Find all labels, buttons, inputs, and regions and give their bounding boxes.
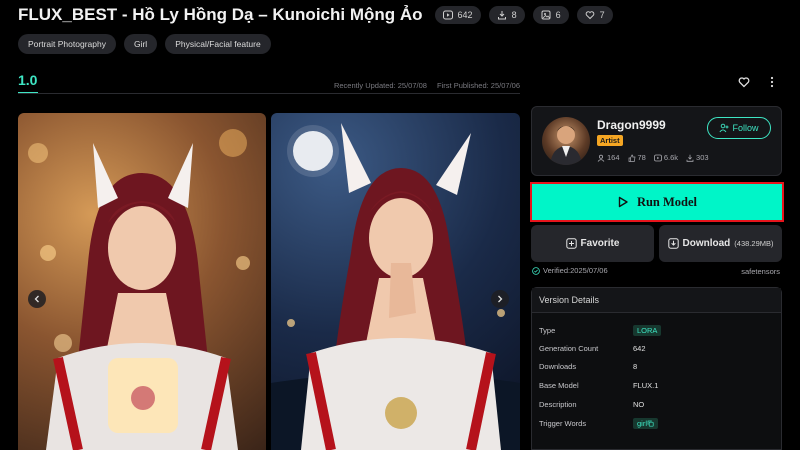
download-count-pill: 8 [488,6,525,24]
trigger-word-chip[interactable]: girl [633,417,659,429]
image-count: 6 [555,10,561,20]
version-dates: Recently Updated: 25/07/08 First Publish… [326,81,520,90]
gallery-prev-button[interactable] [28,290,46,308]
avatar[interactable] [542,117,590,165]
title-row: FLUX_BEST - Hồ Ly Hồng Dạ – Kunoichi Mộn… [18,4,613,26]
like-count-pill: 7 [576,6,613,24]
version-details-panel: Version Details Type LORA Generation Cou… [531,287,782,450]
detail-value: 642 [633,343,646,353]
type-badge: LORA [633,324,662,336]
detail-key: Description [539,399,577,409]
version-details-header: Version Details [532,288,781,313]
detail-key: Trigger Words [539,418,587,428]
image-count-pill: 6 [532,6,569,24]
detail-key: Downloads [539,361,577,371]
detail-value: LORA [633,324,662,336]
favorite-label: Favorite [580,238,620,249]
add-user-icon [719,123,729,133]
creator-stat-likes: 78 [628,153,646,162]
detail-row-downloads: Downloads 8 [532,357,781,375]
run-count: 642 [457,10,473,20]
detail-value: FLUX.1 [633,380,659,390]
download-icon [686,154,694,162]
gallery-next-button[interactable] [491,290,509,308]
tag-chip[interactable]: Girl [123,34,158,54]
page-title: FLUX_BEST - Hồ Ly Hồng Dạ – Kunoichi Mộn… [18,5,423,24]
download-label: Download [682,238,731,249]
first-published: First Published: 25/07/06 [437,81,520,90]
like-count: 7 [599,10,605,20]
version-tab[interactable]: 1.0 [18,72,37,88]
run-model-label: Run Model [636,194,698,209]
image-gallery [18,113,520,450]
users-icon [597,154,605,162]
follow-label: Follow [732,123,759,133]
play-icon [618,196,628,208]
creator-name[interactable]: Dragon9999 [597,118,666,132]
detail-row-type: Type LORA [532,321,781,339]
download-icon [497,11,506,20]
more-options-icon[interactable] [766,76,778,88]
gallery-image[interactable] [18,113,266,450]
download-size: (438.29MB) [734,239,774,248]
creator-stat-followers: 164 [597,153,620,162]
recently-updated: Recently Updated: 25/07/08 [333,81,427,90]
like-icon [628,154,635,162]
gallery-image[interactable] [271,113,520,450]
chevron-right-icon [498,295,503,303]
favorite-button[interactable]: Favorite [531,225,654,262]
creator-stat-runs: 6.6k [653,153,678,162]
run-model-button[interactable]: Run Model [530,182,784,222]
download-count: 8 [511,10,517,20]
detail-value: NO [633,399,645,409]
avatar-illustration [550,126,582,165]
detail-key: Base Model [539,380,579,390]
portrait-illustration [28,129,250,450]
heart-icon [585,11,594,20]
run-count-pill: 642 [434,6,481,24]
image-icon [541,10,551,20]
tab-divider [18,93,520,94]
creator-stats: 164 78 6.6k 303 [597,153,709,162]
tag-list: Portrait Photography Girl Physical/Facia… [18,34,271,54]
check-circle-icon [532,266,540,275]
artist-badge: Artist [597,135,623,146]
detail-row-description: Description NO [532,395,781,413]
detail-row-base-model: Base Model FLUX.1 [532,376,781,394]
trigger-word: girl [637,418,648,428]
add-icon [565,238,577,249]
top-actions [738,76,778,88]
download-icon [667,238,679,249]
detail-key: Generation Count [539,343,599,353]
download-button[interactable]: Download (438.29MB) [659,225,782,262]
detail-key: Type [539,325,556,335]
tag-chip[interactable]: Physical/Facial feature [165,34,271,54]
play-icon [653,154,662,161]
detail-value: girl [633,417,659,429]
tag-chip[interactable]: Portrait Photography [18,34,116,54]
play-icon [442,10,453,20]
detail-row-generation-count: Generation Count 642 [532,339,781,357]
file-format: safetensors [741,267,780,276]
creator-stat-downloads: 303 [686,153,709,162]
follow-button[interactable]: Follow [707,117,771,139]
portrait-illustration [271,123,520,450]
verified-status: Verified:2025/07/06 [532,266,608,275]
verified-date: Verified:2025/07/06 [543,266,608,275]
detail-row-trigger-words: Trigger Words girl [532,414,781,432]
detail-value: 8 [633,361,638,371]
creator-card: Dragon9999 Artist 164 78 6.6k 303 Follow [531,106,782,176]
heart-icon[interactable] [738,76,750,88]
copy-icon [647,420,654,427]
chevron-left-icon [34,295,39,303]
